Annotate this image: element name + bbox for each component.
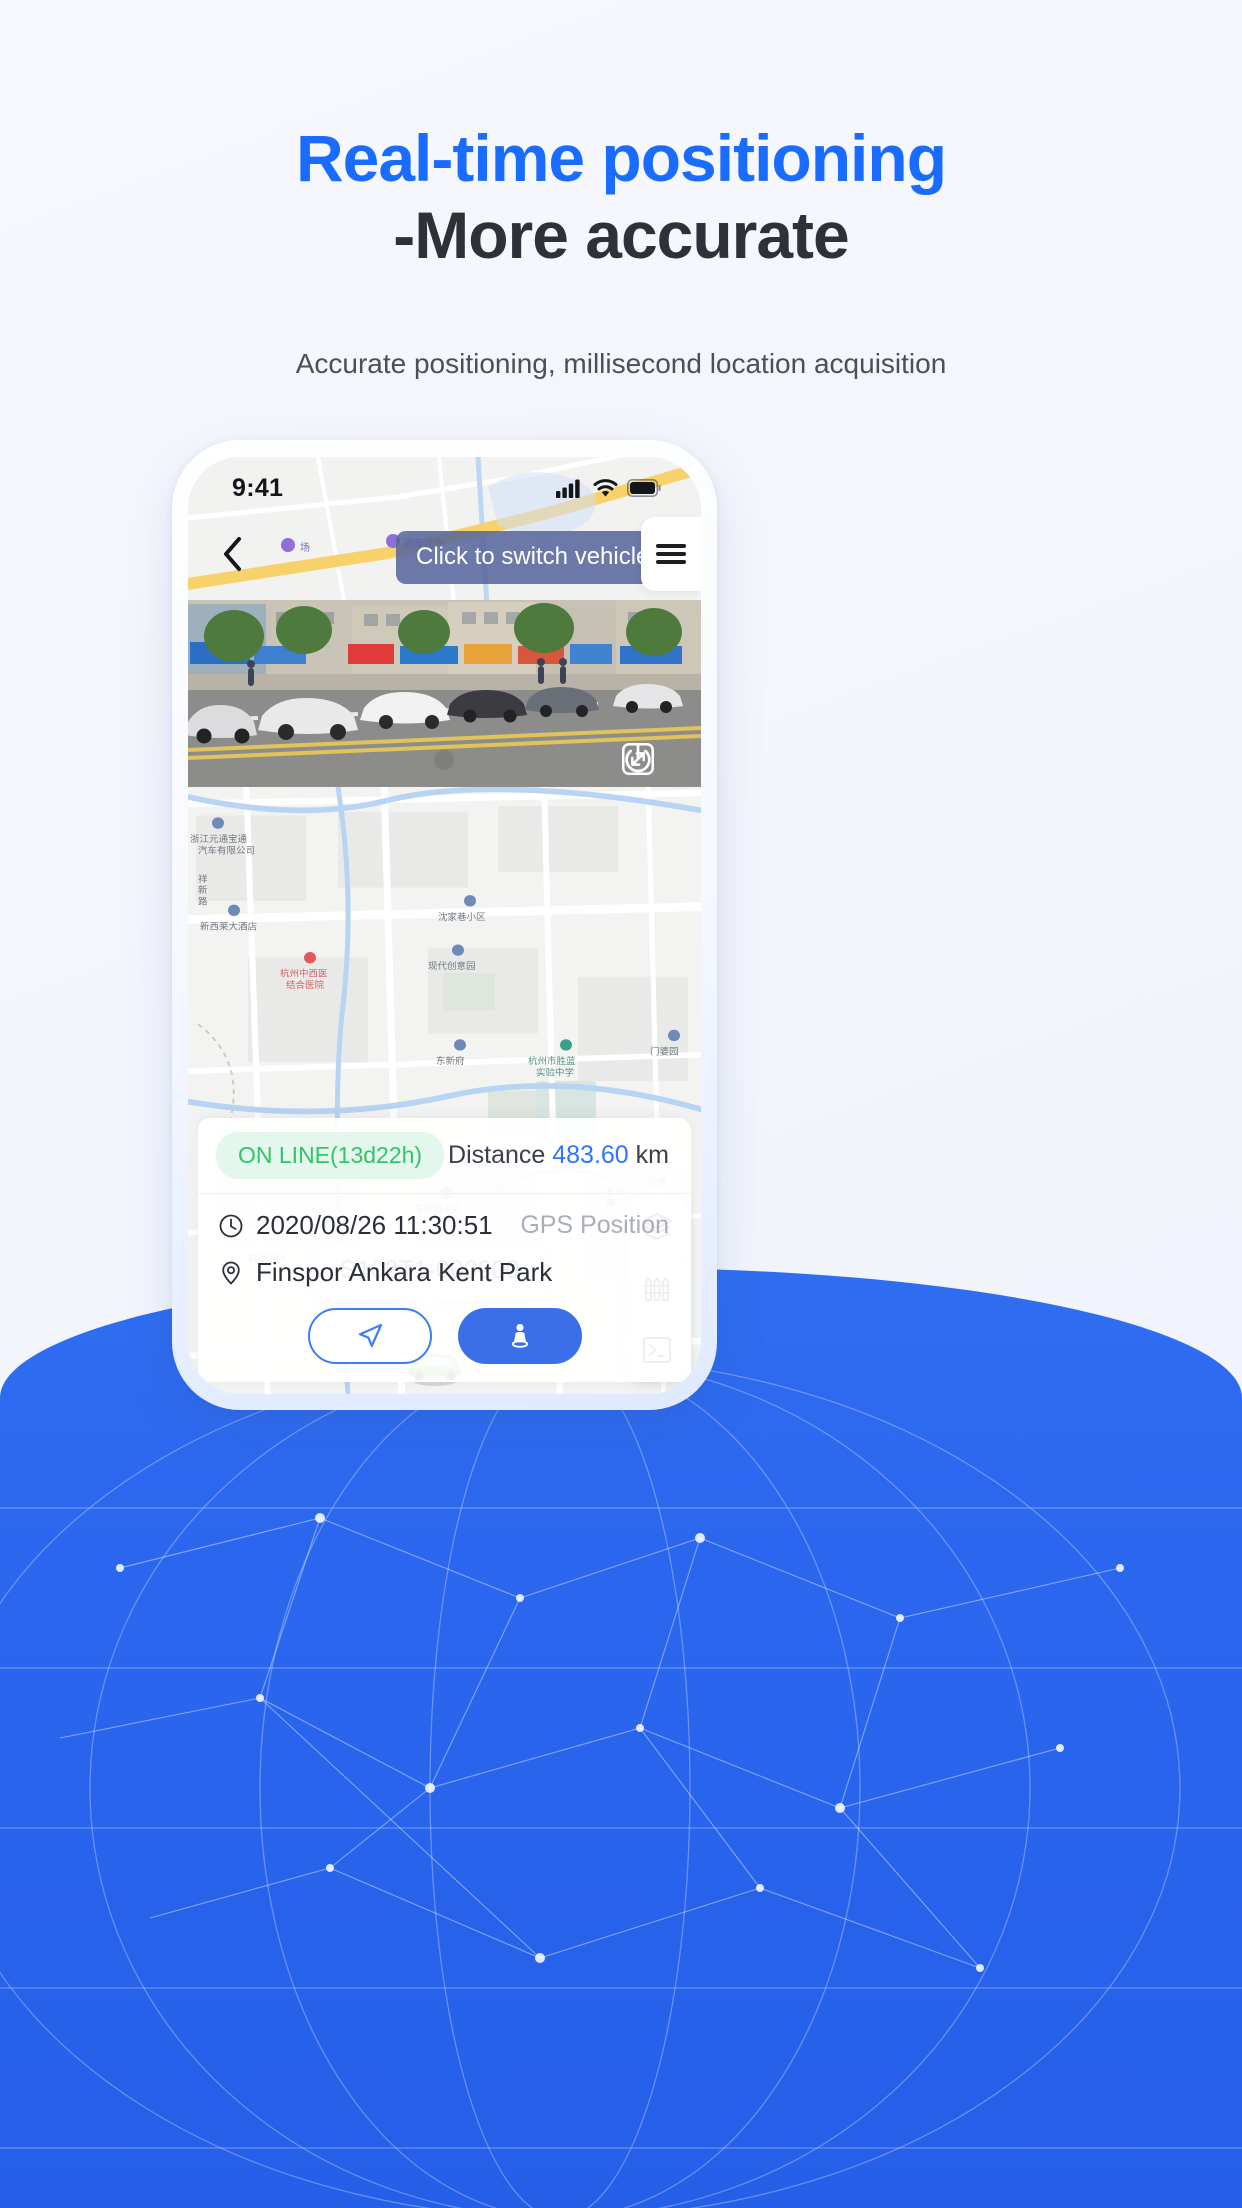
distance-readout: Distance 483.60 km	[448, 1141, 669, 1170]
info-status-row: ON LINE(13d22h) Distance 483.60 km	[198, 1118, 691, 1194]
svg-text:浙江元通宝通: 浙江元通宝通	[190, 833, 247, 845]
svg-text:东新府: 东新府	[436, 1055, 464, 1067]
info-actions	[198, 1296, 691, 1382]
distance-label: Distance	[448, 1141, 546, 1169]
wifi-icon	[593, 479, 618, 497]
svg-text:门婆园: 门婆园	[650, 1046, 678, 1058]
svg-text:汽车有限公司: 汽车有限公司	[198, 845, 255, 857]
svg-text:沈家巷小区: 沈家巷小区	[438, 911, 485, 923]
back-button[interactable]	[210, 532, 254, 576]
svg-text:实验中学: 实验中学	[536, 1067, 574, 1079]
timestamp-group: 2020/08/26 11:30:51	[218, 1210, 493, 1241]
position-type: GPS Position	[520, 1211, 669, 1239]
svg-text:路: 路	[198, 896, 207, 908]
chevron-left-icon	[224, 537, 241, 571]
svg-text:杭州中西医: 杭州中西医	[280, 968, 327, 980]
power-icon	[625, 744, 651, 773]
status-icons	[556, 478, 661, 498]
status-badge: ON LINE(13d22h)	[216, 1132, 445, 1179]
timestamp-text: 2020/08/26 11:30:51	[256, 1210, 493, 1240]
status-time: 9:41	[232, 473, 284, 502]
status-bar: 9:41	[188, 457, 701, 519]
hero-subtitle: Accurate positioning, millisecond locati…	[295, 348, 947, 379]
info-time-row: 2020/08/26 11:30:51 GPS Position	[198, 1194, 691, 1247]
svg-text:现代创意园: 现代创意园	[428, 960, 475, 972]
menu-button[interactable]	[641, 517, 701, 591]
cellular-signal-icon	[556, 479, 580, 498]
info-address-row: Finspor Ankara Kent Park	[198, 1247, 691, 1296]
video-power-button[interactable]	[625, 742, 683, 776]
hero-headline: Real-time positioning -More accurate	[0, 120, 1242, 273]
address-group: Finspor Ankara Kent Park	[218, 1257, 552, 1288]
address-text: Finspor Ankara Kent Park	[256, 1257, 553, 1287]
live-video-feed[interactable]	[188, 600, 701, 788]
navigation-arrow-icon	[358, 1323, 382, 1348]
svg-text:新: 新	[198, 884, 207, 896]
hamburger-menu-icon	[656, 540, 686, 568]
vehicle-info-card: ON LINE(13d22h) Distance 483.60 km 2020/…	[198, 1118, 691, 1382]
headline-line-1: Real-time positioning	[295, 121, 947, 195]
phone-screen: 场 银泰百货 9:41	[188, 457, 701, 1394]
navigate-button[interactable]	[307, 1308, 432, 1364]
distance-value: 483.60	[552, 1141, 629, 1169]
headline-line-2: -More accurate	[393, 197, 850, 272]
phone-mockup: 场 银泰百货 9:41	[172, 440, 717, 1410]
distance-unit: km	[635, 1141, 669, 1169]
switch-vehicles-tooltip[interactable]: Click to switch vehicles	[396, 531, 682, 584]
svg-text:杭州市胜蓝: 杭州市胜蓝	[528, 1055, 575, 1067]
map-pin-icon	[222, 1261, 240, 1285]
svg-text:新西莱大酒店: 新西莱大酒店	[200, 921, 257, 933]
app-top-bar: Click to switch vehicles	[188, 517, 701, 591]
street-view-button[interactable]	[457, 1308, 582, 1364]
pegman-icon	[511, 1323, 528, 1348]
svg-text:祥: 祥	[198, 873, 207, 885]
svg-text:结合医院: 结合医院	[286, 979, 324, 991]
video-controls	[593, 742, 683, 776]
clock-icon	[219, 1214, 243, 1237]
battery-icon	[627, 479, 661, 497]
